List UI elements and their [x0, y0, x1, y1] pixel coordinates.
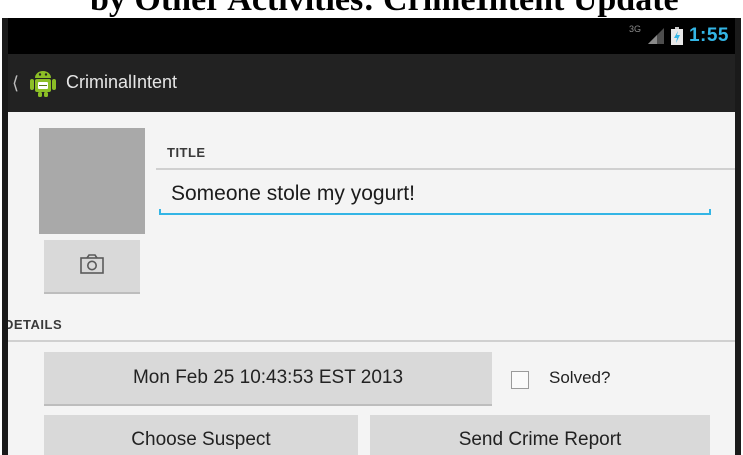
status-indicators: 3G 1:55 [629, 22, 729, 50]
crime-detail: TITLE Someone stole my yogurt! DETAILS M… [8, 112, 735, 455]
send-crime-report-button[interactable]: Send Crime Report [370, 415, 710, 455]
status-clock: 1:55 [688, 25, 729, 46]
chevron-left-icon[interactable]: ⟨ [12, 73, 19, 94]
title-divider [156, 168, 735, 170]
android-app-icon[interactable] [28, 66, 58, 98]
title-field-underline-right-edge [709, 209, 711, 215]
status-bar: 3G 1:55 [8, 18, 735, 54]
top-caption: by Other Activities: CrimeIntent Update [0, 0, 743, 18]
crime-title-field[interactable]: Someone stole my yogurt! [171, 182, 415, 206]
action-bar: ⟨ CriminalIntent [8, 54, 735, 112]
solved-label[interactable]: Solved? [549, 368, 610, 388]
camera-button[interactable] [44, 240, 140, 294]
crime-date-button[interactable]: Mon Feb 25 10:43:53 EST 2013 [44, 352, 492, 406]
android-screen: 3G 1:55 ⟨ CriminalIntent TITLE Someone s… [2, 18, 741, 455]
details-section-label: DETAILS [4, 317, 63, 332]
camera-icon [80, 253, 104, 279]
signal-icon [647, 27, 665, 45]
solved-checkbox[interactable] [511, 371, 529, 389]
caption-text: by Other Activities: CrimeIntent Update [90, 0, 679, 18]
network-type-label: 3G [628, 24, 641, 34]
crime-photo [39, 128, 145, 234]
app-title: CriminalIntent [66, 72, 178, 92]
title-section-label: TITLE [167, 145, 206, 160]
battery-icon [670, 27, 683, 45]
title-field-underline [159, 213, 711, 215]
choose-suspect-button[interactable]: Choose Suspect [44, 415, 358, 455]
details-divider [8, 340, 735, 342]
title-field-underline-left-edge [159, 209, 161, 215]
